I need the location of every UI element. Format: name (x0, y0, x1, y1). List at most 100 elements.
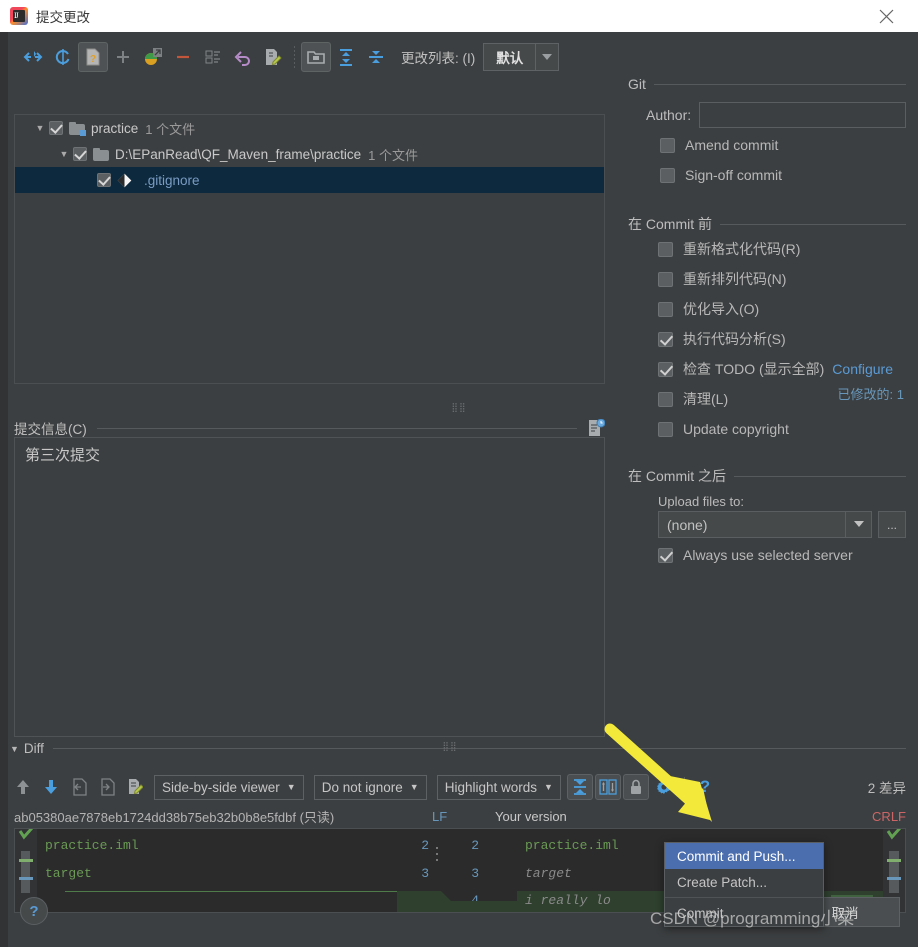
edit-changelist-icon[interactable] (198, 42, 228, 72)
menu-item-create-patch[interactable]: Create Patch... (665, 869, 823, 895)
rearrange-code-label: 重新排列代码(N) (683, 271, 787, 287)
unversioned-files-icon[interactable]: ? (78, 42, 108, 72)
check-todo-checkbox[interactable] (658, 361, 673, 377)
row-checkbox[interactable] (73, 147, 87, 161)
divider (653, 83, 906, 85)
ignore-mode-combo[interactable]: Do not ignore ▼ (313, 774, 427, 800)
cleanup-checkbox[interactable] (658, 391, 673, 407)
commit-message-input[interactable]: 第三次提交 (14, 437, 605, 737)
move-to-changelist-icon[interactable] (138, 42, 168, 72)
git-section-header: Git (628, 76, 906, 92)
code-line: target (525, 866, 572, 881)
table-row[interactable]: ▼ D:\EPanRead\QF_Maven_frame\practice 1 … (15, 141, 604, 167)
run-code-analysis-row[interactable]: 执行代码分析(S) (658, 324, 918, 354)
collapse-all-icon[interactable] (361, 42, 391, 72)
group-by-directory-icon[interactable] (301, 42, 331, 72)
upload-files-label: Upload files to: (658, 494, 744, 509)
show-diff-icon[interactable] (258, 42, 288, 72)
before-commit-section-header: 在 Commit 前 (628, 214, 906, 234)
diff-toolbar: Side-by-side viewer ▼ Do not ignore ▼ Hi… (10, 770, 918, 804)
refresh-icon[interactable] (48, 42, 78, 72)
amend-commit-row[interactable]: Amend commit (660, 130, 918, 160)
upload-server-combo[interactable]: (none) (658, 511, 872, 538)
collapse-arrows-icon[interactable] (18, 42, 48, 72)
configure-todo-link[interactable]: Configure (832, 361, 893, 377)
chevron-down-icon[interactable]: ▼ (55, 149, 73, 159)
run-code-analysis-checkbox[interactable] (658, 331, 673, 347)
left-line-ending-label[interactable]: LF (432, 809, 447, 824)
cleanup-label: 清理(L) (683, 391, 729, 407)
left-code-pane[interactable]: practice.iml target (37, 829, 397, 912)
amend-commit-label: Amend commit (685, 137, 779, 153)
run-code-analysis-label: 执行代码分析(S) (683, 331, 786, 347)
edit-source-icon[interactable] (122, 774, 148, 800)
upload-server-browse-button[interactable]: ... (878, 511, 906, 538)
rollback-icon[interactable] (228, 42, 258, 72)
sign-off-commit-row[interactable]: Sign-off commit (660, 160, 918, 190)
always-use-server-row[interactable]: Always use selected server (658, 540, 918, 570)
left-edge-strip (0, 32, 8, 947)
reformat-code-row[interactable]: 重新格式化代码(R) (658, 234, 918, 264)
sign-off-commit-checkbox[interactable] (660, 167, 675, 183)
diff-file-headers: ab05380ae7878eb1724dd38b75eb32b0b8e5fdbf… (14, 804, 906, 828)
viewer-mode-combo[interactable]: Side-by-side viewer ▼ (154, 774, 304, 800)
changed-files-tree[interactable]: ▼ practice 1 个文件 ▼ D:\EPanRead\QF_Maven_… (14, 114, 605, 384)
amend-commit-checkbox[interactable] (660, 137, 675, 153)
help-icon[interactable]: ? (692, 774, 718, 800)
diff-splitter-grip[interactable]: ⣿⣿ (300, 741, 600, 752)
synchronize-scrolling-icon[interactable] (594, 774, 621, 800)
accept-left-icon[interactable] (66, 774, 92, 800)
help-button[interactable]: ? (20, 897, 48, 925)
add-icon[interactable] (108, 42, 138, 72)
chevron-down-icon[interactable] (535, 43, 560, 71)
always-use-server-label: Always use selected server (683, 547, 853, 563)
table-row[interactable]: .gitignore (15, 167, 604, 193)
tree-node-count: 1 个文件 (145, 121, 196, 137)
right-line-ending-label[interactable]: CRLF (872, 809, 906, 824)
optimize-imports-label: 优化导入(O) (683, 301, 760, 317)
collapse-unchanged-icon[interactable] (566, 774, 593, 800)
update-copyright-row[interactable]: Update copyright (658, 414, 918, 444)
row-checkbox[interactable] (49, 121, 63, 135)
reformat-code-checkbox[interactable] (658, 241, 673, 257)
always-use-server-checkbox[interactable] (658, 547, 673, 563)
remove-icon[interactable] (168, 42, 198, 72)
changelist-combo[interactable]: 默认 (483, 43, 560, 71)
commit-message-history-icon[interactable] (587, 418, 606, 437)
commit-context-menu[interactable]: Commit and Push... Create Patch... Commi… (664, 842, 824, 927)
window-title: 提交更改 (36, 10, 90, 25)
line-number-column: 2 3 2 3 4 (397, 829, 517, 912)
update-copyright-checkbox[interactable] (658, 421, 673, 437)
accept-right-icon[interactable] (94, 774, 120, 800)
settings-gear-icon[interactable] (651, 774, 677, 800)
menu-item-commit-and-push[interactable]: Commit and Push... (665, 843, 823, 869)
row-checkbox[interactable] (97, 173, 111, 187)
highlight-mode-combo[interactable]: Highlight words ▼ (436, 774, 561, 800)
table-row[interactable]: ▼ practice 1 个文件 (15, 115, 604, 141)
commit-message-label: 提交信息(C) (14, 422, 87, 437)
chevron-down-icon[interactable] (845, 512, 871, 537)
dialog-body: ? 更改列表: (I) 默认 ▼ practice 1 个文件 ▼ D:\EPa… (0, 32, 918, 947)
readonly-lock-icon[interactable] (622, 774, 649, 800)
check-todo-row[interactable]: 检查 TODO (显示全部) Configure (658, 354, 918, 384)
optimize-imports-checkbox[interactable] (658, 301, 673, 317)
author-row: Author: (646, 100, 918, 130)
expand-all-icon[interactable] (331, 42, 361, 72)
git-section-title: Git (628, 76, 646, 92)
previous-difference-icon[interactable] (10, 774, 36, 800)
rearrange-code-row[interactable]: 重新排列代码(N) (658, 264, 918, 294)
after-commit-title: 在 Commit 之后 (628, 468, 726, 484)
cleanup-row[interactable]: 清理(L) (658, 384, 918, 414)
optimize-imports-row[interactable]: 优化导入(O) (658, 294, 918, 324)
next-difference-icon[interactable] (38, 774, 64, 800)
rearrange-code-checkbox[interactable] (658, 271, 673, 287)
chevron-down-icon: ▼ (544, 782, 553, 792)
close-icon[interactable] (866, 0, 906, 32)
menu-item-commit[interactable]: Commit (665, 900, 823, 926)
chevron-down-icon[interactable]: ▼ (31, 123, 49, 133)
chevron-down-icon[interactable]: ▼ (10, 744, 19, 754)
intellij-idea-icon: IJ (10, 7, 28, 25)
before-commit-title: 在 Commit 前 (628, 216, 712, 232)
upload-server-value: (none) (667, 516, 708, 533)
author-input[interactable] (699, 102, 906, 128)
